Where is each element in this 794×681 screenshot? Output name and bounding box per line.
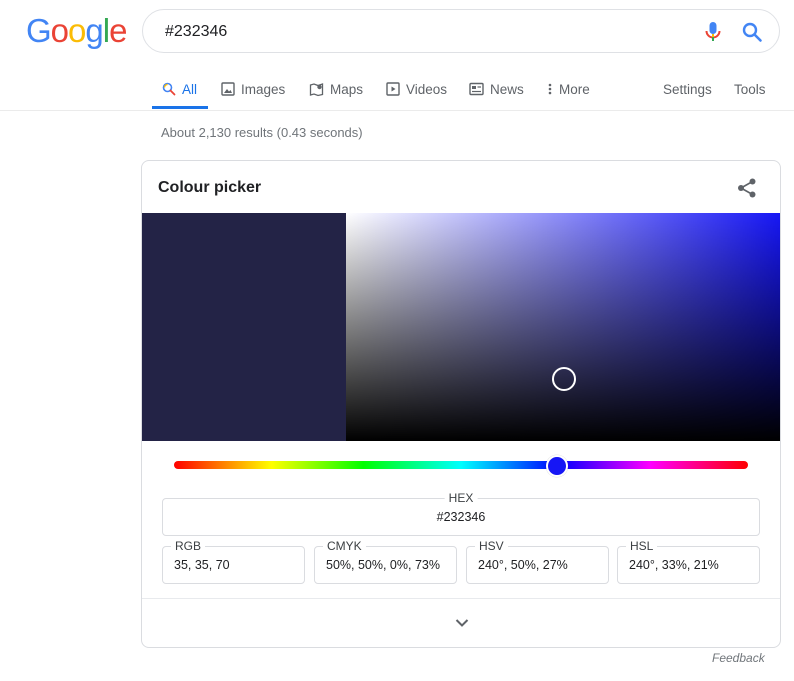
search-icon [162, 82, 176, 96]
tools-label: Tools [734, 81, 766, 97]
hsv-input[interactable] [478, 558, 603, 572]
google-logo[interactable]: Google [26, 12, 127, 50]
rgb-field: RGB [162, 539, 305, 584]
rgb-label: RGB [171, 539, 206, 553]
settings-label: Settings [663, 81, 712, 97]
logo-letter: g [85, 12, 103, 49]
tab-news[interactable]: News [469, 70, 524, 108]
rgb-input[interactable] [174, 558, 299, 572]
tools-link[interactable]: Tools [734, 70, 766, 108]
search-tabs: All Images Maps Videos News More Setting… [152, 70, 794, 110]
search-box [142, 9, 780, 53]
settings-link[interactable]: Settings [663, 70, 712, 108]
picker-area [142, 213, 780, 441]
result-stats: About 2,130 results (0.43 seconds) [161, 125, 363, 140]
search-icon[interactable] [741, 21, 763, 43]
hex-input[interactable] [163, 510, 759, 524]
tab-videos[interactable]: Videos [386, 70, 447, 108]
tabs-divider [0, 110, 794, 111]
feedback-link[interactable]: Feedback [712, 651, 765, 665]
tab-label: Maps [330, 81, 364, 97]
more-vert-icon [548, 83, 552, 95]
hue-slider[interactable] [174, 461, 748, 469]
news-icon [469, 82, 484, 96]
hue-slider-handle[interactable] [545, 455, 568, 477]
chevron-down-icon[interactable] [452, 615, 472, 631]
cmyk-field: CMYK [314, 539, 457, 584]
search-input[interactable] [165, 22, 685, 42]
tab-label: Videos [406, 81, 448, 97]
video-icon [386, 82, 400, 96]
logo-letter: o [50, 12, 69, 49]
tab-label: Images [241, 81, 286, 97]
colour-swatch [142, 213, 346, 441]
colour-picker-card: Colour picker HEX RGB CMYK HSV HSL [141, 160, 781, 648]
share-icon[interactable] [736, 177, 758, 199]
hsv-label: HSV [475, 539, 508, 553]
tab-all[interactable]: All [162, 70, 197, 108]
cmyk-label: CMYK [323, 539, 366, 553]
tab-label: News [490, 81, 524, 97]
hsl-field: HSL [617, 539, 760, 584]
cmyk-input[interactable] [326, 558, 451, 572]
hex-field: HEX [162, 491, 760, 536]
hsv-field: HSV [466, 539, 609, 584]
logo-letter: G [26, 12, 52, 49]
tab-more[interactable]: More [547, 70, 590, 108]
map-icon [309, 82, 324, 96]
tab-images[interactable]: Images [221, 70, 285, 108]
active-tab-indicator [152, 106, 208, 109]
tab-label: All [182, 81, 198, 97]
mic-icon[interactable] [703, 21, 723, 43]
saturation-value-square[interactable] [346, 213, 780, 441]
tab-maps[interactable]: Maps [309, 70, 363, 108]
logo-letter: o [68, 12, 86, 49]
image-icon [221, 82, 235, 96]
logo-letter: e [109, 12, 127, 49]
card-divider [142, 598, 780, 599]
hsl-label: HSL [626, 539, 658, 553]
hsl-input[interactable] [629, 558, 754, 572]
tab-label: More [559, 81, 590, 97]
card-title: Colour picker [158, 179, 262, 196]
hex-label: HEX [444, 491, 478, 505]
